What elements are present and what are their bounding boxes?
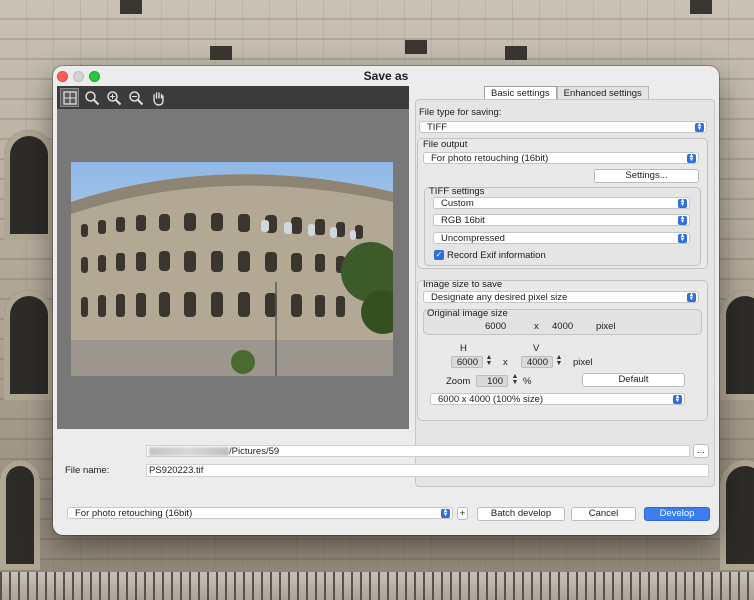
file-type-label: File type for saving: [419,107,502,118]
times-sign-2: x [503,357,508,368]
background-arch [0,460,40,570]
pixel-unit: pixel [596,321,616,332]
default-button[interactable]: Default [582,373,685,387]
file-name-label: File name: [65,465,110,476]
background-window [505,46,527,60]
chevron-up-down-icon: ▲ ▼ [687,153,696,163]
tiff-preset-select[interactable]: Custom ▲ ▼ [433,197,690,209]
file-output-label: File output [423,139,468,150]
settings-tabs: Basic settings Enhanced settings [484,86,649,100]
width-input[interactable]: 6000 [451,356,483,368]
tiff-settings-label: TIFF settings [429,186,485,197]
times-sign: x [534,321,539,332]
batch-develop-button[interactable]: Batch develop [477,507,565,521]
background-arch [4,130,54,240]
background-window [690,0,712,14]
compression-value: Uncompressed [441,233,505,244]
chevron-up-down-icon: ▲ ▼ [678,198,687,208]
color-depth-value: RGB 16bit [441,215,485,226]
height-input[interactable]: 4000 [521,356,553,368]
chevron-up-down-icon: ▲ ▼ [441,508,450,518]
tiff-settings-group: TIFF settings Custom ▲ ▼ RGB 16bit ▲ ▼ Unc… [424,186,701,266]
window-title: Save as [363,69,409,83]
height-stepper[interactable]: ▲ ▼ [554,354,564,368]
add-preset-button[interactable]: + [457,507,468,520]
chevron-up-down-icon: ▲ ▼ [687,292,696,302]
image-size-label: Image size to save [423,279,503,290]
zoom-out-icon[interactable] [126,88,145,107]
percent-sign: % [523,376,532,387]
output-path-field[interactable]: /Pictures/59 [146,445,690,457]
v-label: V [533,343,540,354]
background-window [120,0,142,14]
image-size-group: Image size to save Designate any desired… [417,279,708,421]
develop-button[interactable]: Develop [644,507,710,521]
background-fence [0,572,754,600]
zoom-stepper[interactable]: ▲ ▼ [510,373,520,387]
chevron-up-down-icon: ▲ ▼ [678,233,687,243]
develop-preset-select[interactable]: For photo retouching (16bit) ▲ ▼ [67,507,453,519]
record-exif-label: Record Exif information [447,250,546,261]
size-mode-value: Designate any desired pixel size [431,292,568,303]
h-label: H [460,343,467,354]
tab-basic-settings[interactable]: Basic settings [484,86,557,100]
file-output-value: For photo retouching (16bit) [431,153,549,164]
zoom-input[interactable]: 100 [476,375,508,387]
background-window [210,46,232,60]
chevron-up-down-icon: ▲ ▼ [673,394,682,404]
output-path-value: /Pictures/59 [229,446,280,457]
size-preset-value: 6000 x 4000 (100% size) [438,394,544,405]
file-name-input[interactable]: PS920223.tif [146,464,709,477]
original-height: 4000 [552,321,574,332]
color-depth-select[interactable]: RGB 16bit ▲ ▼ [433,214,690,226]
size-mode-select[interactable]: Designate any desired pixel size ▲ ▼ [423,291,699,303]
file-type-select[interactable]: TIFF ▲ ▼ [419,121,707,133]
background-arch [720,290,754,400]
tiff-preset-value: Custom [441,198,474,209]
file-output-select[interactable]: For photo retouching (16bit) ▲ ▼ [423,152,699,164]
fit-icon[interactable] [60,88,79,107]
preview-toolbar [57,86,409,109]
compression-select[interactable]: Uncompressed ▲ ▼ [433,232,690,244]
file-output-group: File output For photo retouching (16bit)… [417,138,708,269]
background-arch [720,460,754,570]
zoom-icon[interactable] [82,88,101,107]
redacted-path-segment [149,446,229,456]
zoom-in-icon[interactable] [104,88,123,107]
original-size-label: Original image size [427,308,508,319]
width-stepper[interactable]: ▲ ▼ [484,354,494,368]
preview-photo [71,162,393,376]
background-window [405,40,427,54]
image-preview[interactable] [57,109,409,429]
browse-button[interactable]: ... [693,444,709,458]
hand-icon[interactable] [148,88,167,107]
original-size-group: Original image size 6000 x 4000 pixel [423,308,702,335]
record-exif-checkbox[interactable]: ✓ [434,250,444,260]
cancel-button[interactable]: Cancel [571,507,636,521]
title-bar: Save as [53,66,719,85]
pixel-unit-2: pixel [573,357,593,368]
tab-enhanced-settings[interactable]: Enhanced settings [556,86,649,100]
settings-button[interactable]: Settings... [594,169,699,183]
settings-panel: File type for saving: TIFF ▲ ▼ File outpu… [415,99,715,487]
zoom-label: Zoom [446,376,471,387]
save-as-dialog: Save as Basic settings Enhanced settings… [53,66,719,535]
background-arch [4,290,54,400]
file-type-value: TIFF [427,122,448,133]
chevron-up-down-icon: ▲ ▼ [695,122,704,132]
size-preset-select[interactable]: 6000 x 4000 (100% size) ▲ ▼ [430,393,685,405]
develop-preset-value: For photo retouching (16bit) [75,508,193,519]
chevron-up-down-icon: ▲ ▼ [678,215,687,225]
original-width: 6000 [485,321,507,332]
